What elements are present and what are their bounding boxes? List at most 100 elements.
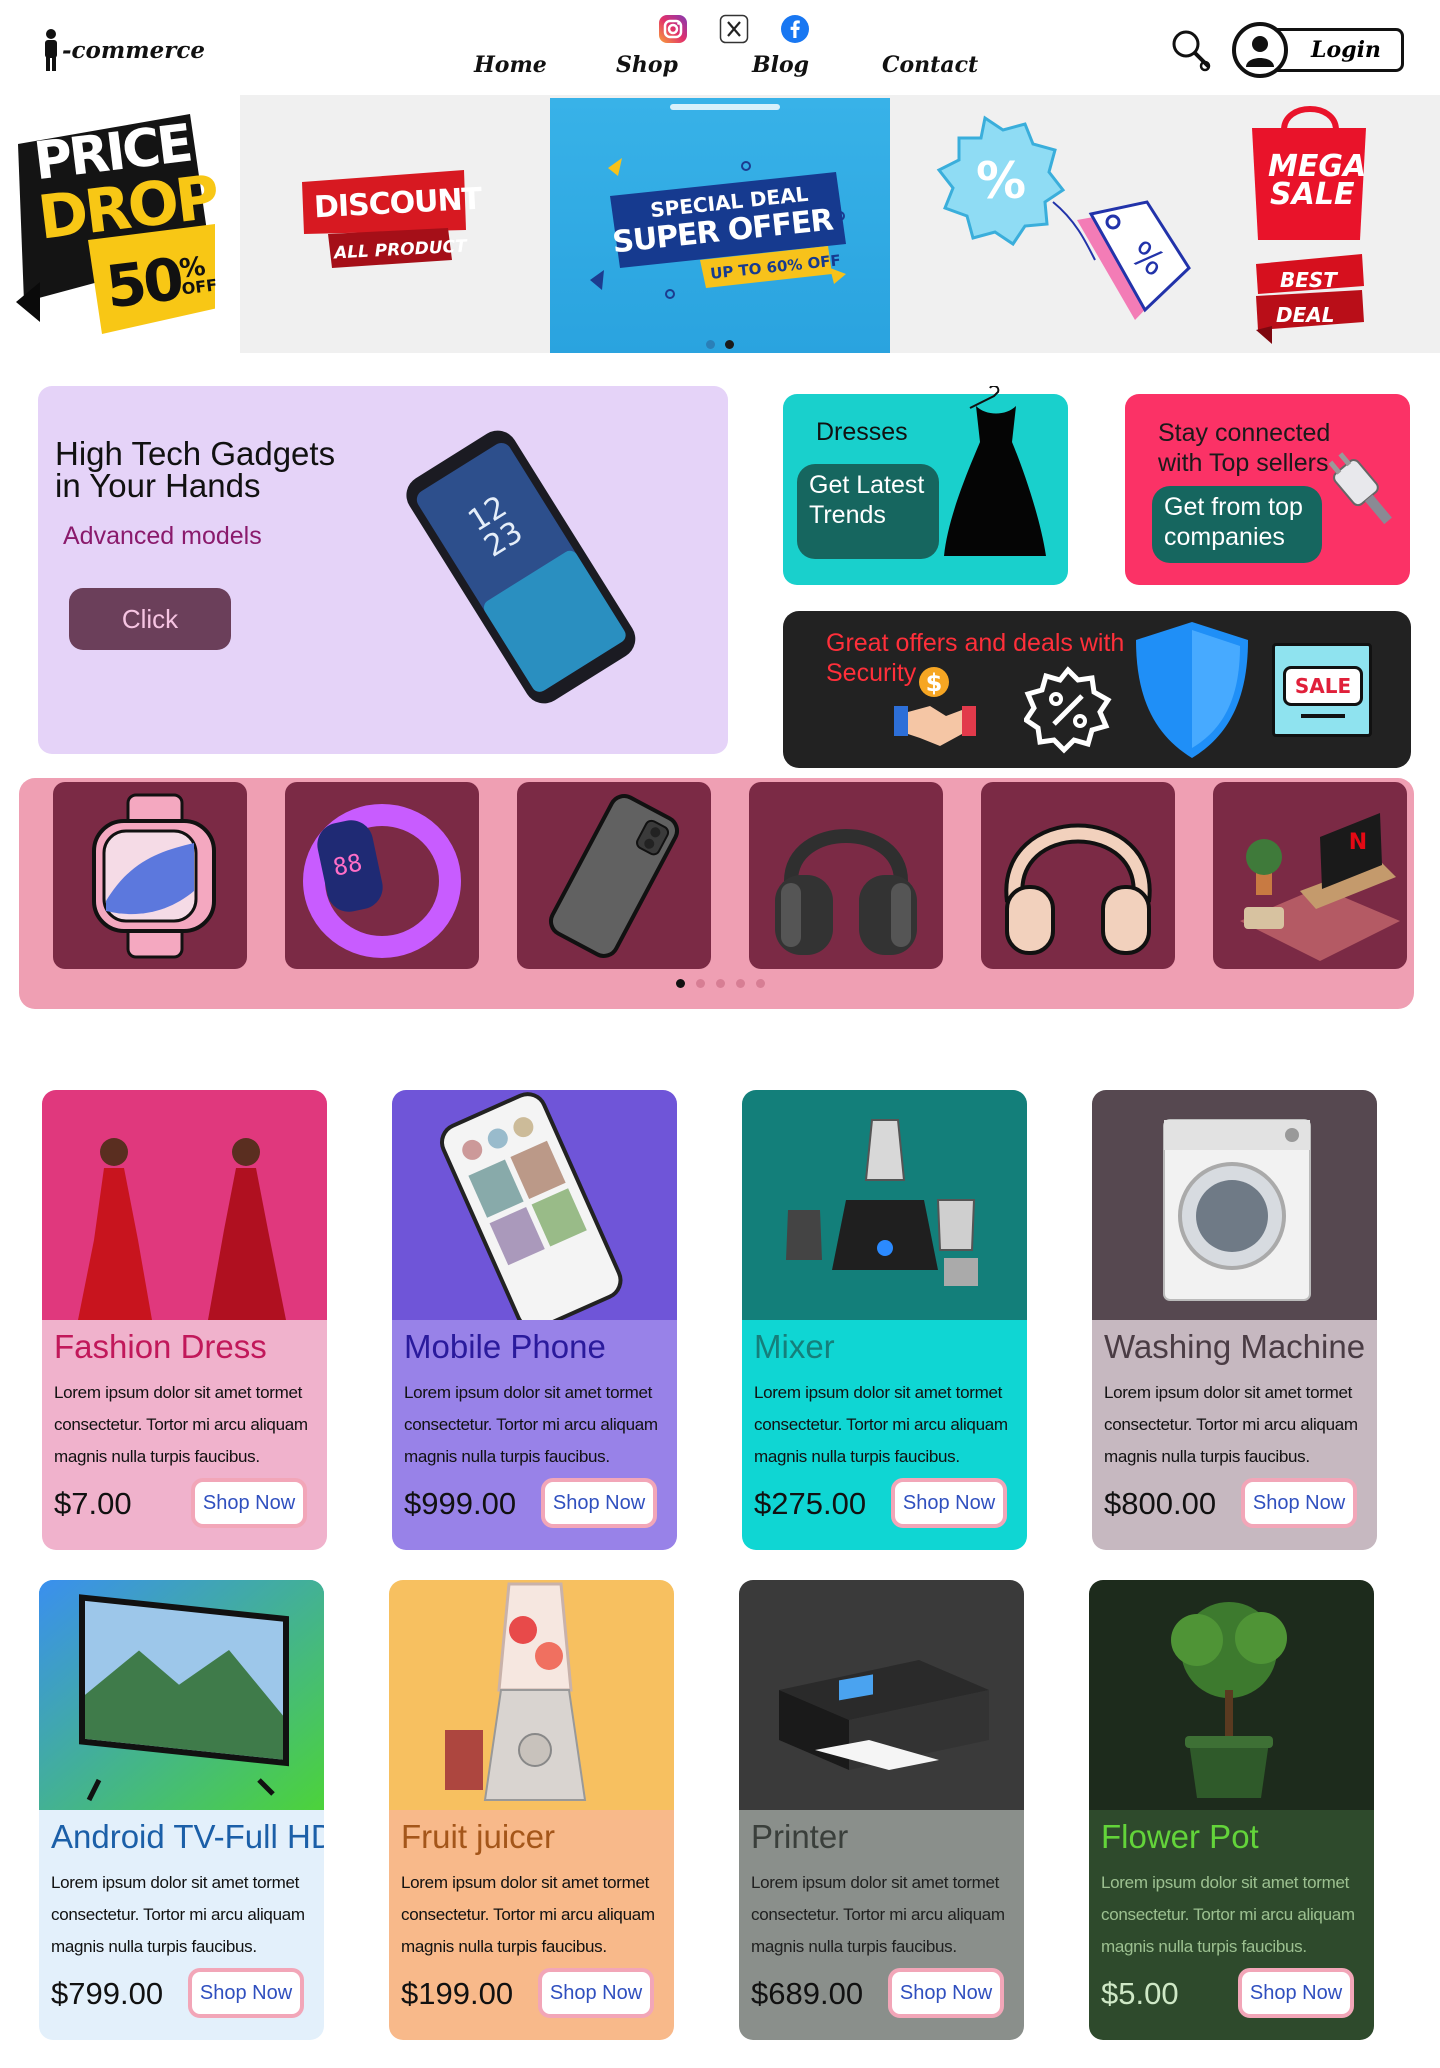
product-name: Mixer xyxy=(754,1328,835,1365)
sellers-companies-pill[interactable]: Get from top companies xyxy=(1152,486,1322,563)
search-icon[interactable] xyxy=(1170,28,1214,72)
brand-name: -commerce xyxy=(62,36,205,64)
over-ear-headphones-icon xyxy=(775,828,917,955)
x-icon[interactable] xyxy=(719,14,749,44)
carousel-dot-2[interactable] xyxy=(696,979,705,988)
banner-dot-1[interactable] xyxy=(706,340,715,349)
product-description: Lorem ipsum dolor sit amet tormet consec… xyxy=(754,1383,1008,1466)
shop-now-button[interactable]: Shop Now xyxy=(541,1478,657,1528)
product-description: Lorem ipsum dolor sit amet tormet consec… xyxy=(54,1383,308,1466)
nav-shop[interactable]: Shop xyxy=(616,52,678,78)
product-price: $275.00 xyxy=(754,1486,867,1521)
login-label: Login xyxy=(1270,28,1404,72)
brand-logo[interactable]: -commerce xyxy=(42,28,205,72)
category-smartphone[interactable] xyxy=(517,782,711,969)
user-avatar-icon xyxy=(1232,22,1288,78)
printer-image xyxy=(739,1580,1024,1810)
banner-dot-2[interactable] xyxy=(725,340,734,349)
shop-now-button[interactable]: Shop Now xyxy=(1241,1478,1357,1528)
product-description: Lorem ipsum dolor sit amet tormet consec… xyxy=(404,1383,658,1466)
product-card-flower-pot[interactable]: Flower Pot Lorem ipsum dolor sit amet to… xyxy=(1089,1580,1374,2040)
mixer-image xyxy=(742,1090,1027,1320)
product-card-fruit-juicer[interactable]: Fruit juicer Lorem ipsum dolor sit amet … xyxy=(389,1580,674,2040)
flower-pot-image xyxy=(1089,1580,1374,1810)
instagram-icon[interactable] xyxy=(658,14,688,44)
nav-contact[interactable]: Contact xyxy=(882,52,978,78)
shop-now-button[interactable]: Shop Now xyxy=(1238,1968,1354,2018)
smartphone-image: 12 23 xyxy=(368,420,668,720)
smartwatch-icon xyxy=(92,793,216,958)
product-name: Printer xyxy=(751,1818,849,1855)
dresses-title: Dresses xyxy=(816,418,908,446)
discount-badge: DISCOUNT ALL PRODUCT xyxy=(298,168,482,272)
category-headphones-black[interactable] xyxy=(749,782,943,969)
product-name: Android TV-Full HD xyxy=(51,1818,324,1855)
product-name: Mobile Phone xyxy=(404,1328,606,1365)
shop-now-button[interactable]: Shop Now xyxy=(888,1968,1004,2018)
facebook-icon[interactable] xyxy=(780,14,810,44)
gadgets-click-button[interactable]: Click xyxy=(69,588,231,650)
price-drop-percent: 50 xyxy=(102,244,185,322)
shop-now-button[interactable]: Shop Now xyxy=(191,1478,307,1528)
product-price: $799.00 xyxy=(51,1976,164,2011)
mobile-phone-image xyxy=(392,1090,677,1320)
headphones-icon xyxy=(1004,823,1152,955)
product-card-washing-machine[interactable]: Washing Machine Lorem ipsum dolor sit am… xyxy=(1092,1090,1377,1550)
nav-home[interactable]: Home xyxy=(474,52,547,78)
gadgets-subtitle: Advanced models xyxy=(63,522,262,550)
svg-text:88: 88 xyxy=(331,848,365,881)
person-icon xyxy=(45,29,57,71)
product-card-android-tv[interactable]: Android TV-Full HD Lorem ipsum dolor sit… xyxy=(39,1580,324,2040)
shop-now-button[interactable]: Shop Now xyxy=(538,1968,654,2018)
shop-now-button[interactable]: Shop Now xyxy=(891,1478,1007,1528)
dresses-trends-pill[interactable]: Get Latest Trends xyxy=(797,464,939,559)
category-headphones-beige[interactable] xyxy=(981,782,1175,969)
category-fitness-band[interactable]: 88 xyxy=(285,782,479,969)
mega-sale-line2: SALE xyxy=(1270,177,1355,212)
category-living-room[interactable]: N xyxy=(1213,782,1407,969)
product-price: $689.00 xyxy=(751,1976,864,2011)
super-offer-slide[interactable]: SPECIAL DEAL SUPER OFFER UP TO 60% OFF xyxy=(550,98,890,353)
shop-now-button[interactable]: Shop Now xyxy=(188,1968,304,2018)
svg-text:$: $ xyxy=(926,669,943,697)
gadgets-title: High Tech Gadgets in Your Hands xyxy=(55,435,336,504)
price-drop-off-label: OFF xyxy=(180,275,219,299)
product-price: $199.00 xyxy=(401,1976,514,2011)
carousel-dot-4[interactable] xyxy=(736,979,745,988)
login-button[interactable]: Login xyxy=(1232,22,1404,78)
product-description: Lorem ipsum dolor sit amet tormet consec… xyxy=(1104,1383,1358,1466)
plug-connector-icon xyxy=(1318,446,1408,536)
product-name: Washing Machine xyxy=(1104,1328,1366,1365)
product-price: $800.00 xyxy=(1104,1486,1217,1521)
mega-sale-line4: DEAL xyxy=(1276,303,1335,327)
svg-text:%: % xyxy=(976,152,1026,210)
handshake-dollar-icon: $ xyxy=(890,664,980,754)
carousel-dot-3[interactable] xyxy=(716,979,725,988)
black-dress-image xyxy=(940,384,1050,566)
mega-sale-line3: BEST xyxy=(1280,268,1337,292)
discount-badge-icon xyxy=(1022,666,1112,754)
product-card-mixer[interactable]: Mixer Lorem ipsum dolor sit amet tormet … xyxy=(742,1090,1027,1550)
fruit-juicer-image xyxy=(389,1580,674,1810)
product-card-printer[interactable]: Printer Lorem ipsum dolor sit amet torme… xyxy=(739,1580,1024,2040)
product-price: $5.00 xyxy=(1101,1976,1179,2011)
product-description: Lorem ipsum dolor sit amet tormet consec… xyxy=(51,1873,305,1956)
product-name: Fruit juicer xyxy=(401,1818,556,1855)
svg-text:N: N xyxy=(1349,830,1367,855)
category-smartwatch[interactable] xyxy=(53,782,247,969)
sale-tag-icon: SALE xyxy=(1272,643,1372,737)
fitness-band-icon: 88 xyxy=(303,803,461,958)
android-tv-image xyxy=(39,1580,324,1810)
sale-tag-label: SALE xyxy=(1283,666,1363,706)
living-room-tv-icon: N xyxy=(1240,812,1400,961)
smartphone-icon xyxy=(548,793,680,958)
carousel-dot-1[interactable] xyxy=(676,979,685,988)
carousel-dot-5[interactable] xyxy=(756,979,765,988)
product-card-fashion-dress[interactable]: Fashion Dress Lorem ipsum dolor sit amet… xyxy=(42,1090,327,1550)
nav-blog[interactable]: Blog xyxy=(752,52,809,78)
product-price: $999.00 xyxy=(404,1486,517,1521)
product-card-mobile-phone[interactable]: Mobile Phone Lorem ipsum dolor sit amet … xyxy=(392,1090,677,1550)
sale-tag-divider xyxy=(1301,714,1345,718)
percent-tags-illustration: % % xyxy=(925,110,1195,335)
fashion-dress-image xyxy=(42,1090,327,1320)
